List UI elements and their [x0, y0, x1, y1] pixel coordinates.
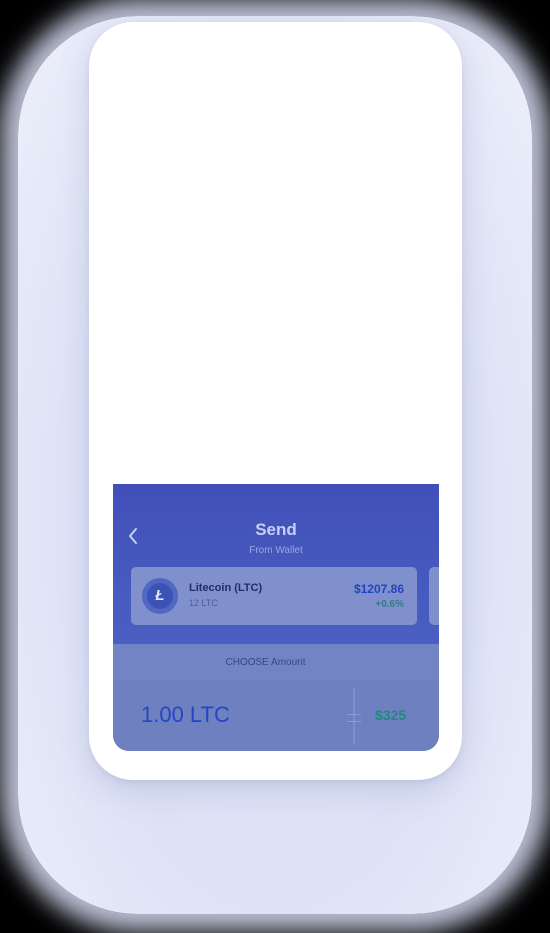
- phone-frame: Send From Wallet Ł Litecoin (LTC) 12 LTC…: [89, 22, 462, 780]
- coin-price: $1207.86: [353, 582, 404, 596]
- coin-change: +0.6%: [375, 599, 404, 610]
- send-screen: Send From Wallet Ł Litecoin (LTC) 12 LTC…: [113, 484, 439, 751]
- coin-quantity: 12 LTC: [189, 598, 218, 608]
- amount-slider[interactable]: [347, 688, 361, 744]
- slider-handle[interactable]: [347, 714, 361, 722]
- amount-section: CHOOSE Amount 1.00 LTC $325: [113, 644, 439, 751]
- coin-badge-inner: Ł: [147, 583, 173, 609]
- coin-symbol: Ł: [155, 587, 165, 604]
- stage: Send From Wallet Ł Litecoin (LTC) 12 LTC…: [0, 0, 550, 933]
- page-title: Send: [255, 520, 297, 539]
- litecoin-icon: Ł: [142, 578, 178, 614]
- next-wallet-card[interactable]: [429, 567, 439, 625]
- choose-amount-label: CHOOSE Amount: [225, 657, 306, 668]
- page-subtitle: From Wallet: [249, 545, 303, 556]
- header: Send From Wallet Ł Litecoin (LTC) 12 LTC…: [113, 484, 439, 644]
- amount-crypto[interactable]: 1.00 LTC: [141, 702, 230, 728]
- wallet-card[interactable]: Ł Litecoin (LTC) 12 LTC $1207.86 +0.6%: [131, 567, 417, 625]
- amount-fiat: $325: [375, 707, 407, 723]
- amount-row: 1.00 LTC $325: [113, 680, 439, 751]
- coin-name: Litecoin (LTC): [189, 582, 263, 594]
